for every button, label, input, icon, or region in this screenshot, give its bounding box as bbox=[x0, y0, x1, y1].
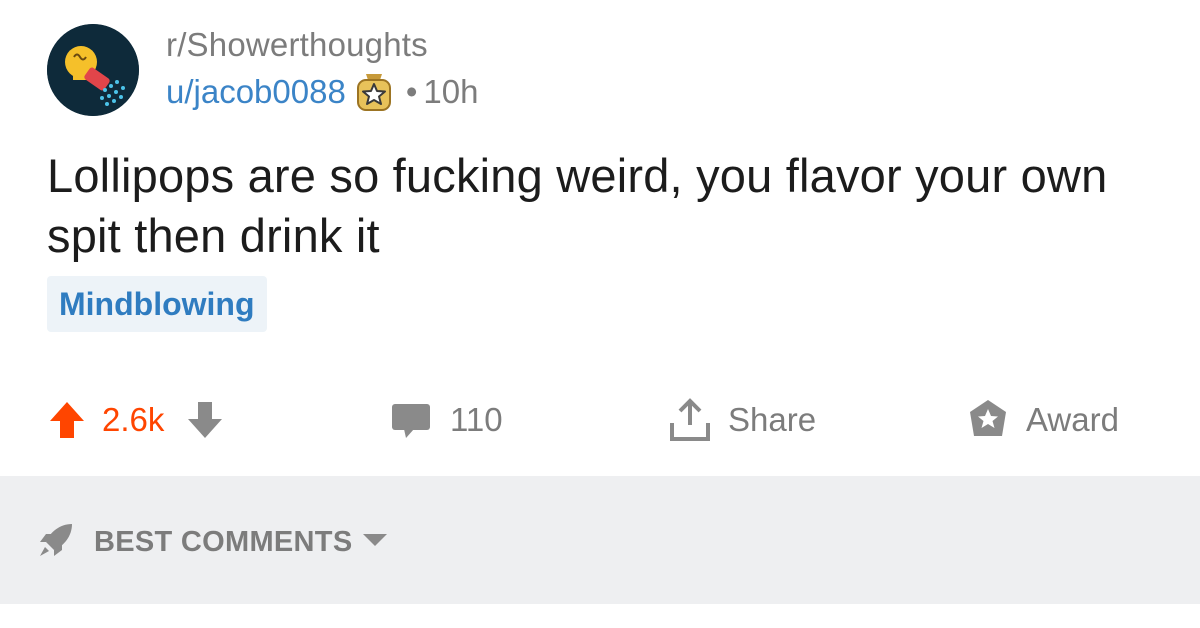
vote-controls: 2.6k bbox=[48, 390, 224, 450]
award-label: Award bbox=[1026, 401, 1119, 438]
post-age: 10h bbox=[423, 73, 479, 110]
post-card: r/Showerthoughts u/jacob0088 • 10h Lolli… bbox=[0, 0, 1200, 476]
share-button[interactable]: Share bbox=[668, 390, 816, 450]
subreddit-name[interactable]: r/Showerthoughts bbox=[166, 26, 428, 64]
post-meta: u/jacob0088 • 10h bbox=[166, 70, 478, 114]
post-title[interactable]: Lollipops are so fucking weird, you flav… bbox=[47, 146, 1157, 266]
share-label: Share bbox=[728, 401, 817, 438]
share-upload-icon bbox=[668, 397, 712, 443]
arrow-up-icon[interactable] bbox=[48, 400, 86, 440]
sort-label: BEST COMMENTS bbox=[94, 525, 353, 558]
arrow-down-icon[interactable] bbox=[186, 400, 224, 440]
caret-down-icon bbox=[362, 532, 388, 553]
comment-bubble-icon bbox=[390, 400, 432, 440]
vote-score: 2.6k bbox=[102, 401, 165, 438]
author-username[interactable]: u/jacob0088 bbox=[166, 73, 346, 111]
post-actions: 2.6k 110 Share Award bbox=[0, 390, 1200, 450]
post-flair[interactable]: Mindblowing bbox=[47, 276, 267, 332]
star-badge-icon bbox=[352, 70, 396, 114]
subreddit-avatar-icon[interactable] bbox=[47, 24, 139, 116]
comments-area bbox=[0, 604, 1200, 628]
award-button[interactable]: Award bbox=[966, 390, 1119, 450]
comments-button[interactable]: 110 bbox=[390, 390, 503, 450]
comments-count: 110 bbox=[450, 401, 503, 438]
comment-sort-dropdown[interactable]: BEST COMMENTS bbox=[36, 520, 388, 564]
rocket-icon bbox=[36, 520, 76, 565]
award-star-icon bbox=[966, 398, 1010, 442]
meta-separator: • bbox=[405, 73, 418, 110]
